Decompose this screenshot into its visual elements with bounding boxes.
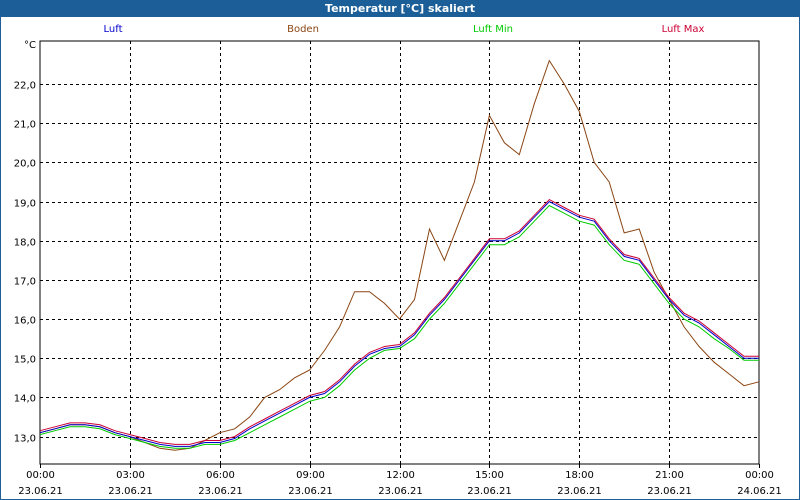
series-luft-max-line xyxy=(39,198,759,445)
series-boden-line xyxy=(39,59,760,451)
y-tick-label: 22,0 xyxy=(14,81,36,92)
x-tick-date: 24.06.21 xyxy=(737,486,782,497)
y-tick-label: 20,0 xyxy=(14,159,36,170)
series-lines xyxy=(39,59,760,451)
y-tick-label: 16,0 xyxy=(14,316,36,327)
x-tick-time: 06:00 xyxy=(206,470,235,481)
x-tick-date: 23.06.21 xyxy=(557,486,602,497)
y-axis-unit: °C xyxy=(24,40,36,51)
x-tick-time: 03:00 xyxy=(116,470,145,481)
x-tick-time: 21:00 xyxy=(655,470,684,481)
y-tick-label: 15,0 xyxy=(14,355,36,366)
x-tick-time: 09:00 xyxy=(296,470,325,481)
x-tick-date: 23.06.21 xyxy=(467,486,512,497)
x-tick-time: 00:00 xyxy=(745,470,774,481)
y-tick-label: 17,0 xyxy=(14,277,36,288)
plot-border xyxy=(39,40,760,465)
series-luft-min-line xyxy=(39,204,759,449)
x-tick-time: 00:00 xyxy=(26,470,55,481)
plot-axes xyxy=(39,40,760,468)
x-tick-time: 18:00 xyxy=(565,470,594,481)
chart-svg: 13,0 14,0 15,0 16,0 17,0 18,0 19,0 20,0 21,0 22,0… xyxy=(14,40,782,497)
x-tick-date: 23.06.21 xyxy=(18,486,63,497)
y-tick-label: 21,0 xyxy=(14,120,36,131)
x-tick-date: 23.06.21 xyxy=(198,486,243,497)
x-tick-date: 23.06.21 xyxy=(108,486,153,497)
x-tick-date: 23.06.21 xyxy=(288,486,333,497)
grid-lines xyxy=(40,41,759,464)
y-tick-label: 13,0 xyxy=(14,434,36,445)
tick-labels: 13,0 14,0 15,0 16,0 17,0 18,0 19,0 20,0 21,0 22,0… xyxy=(14,40,782,497)
x-tick-time: 12:00 xyxy=(386,470,415,481)
y-tick-label: 14,0 xyxy=(14,394,36,405)
y-tick-label: 18,0 xyxy=(14,238,36,249)
x-tick-time: 15:00 xyxy=(475,470,504,481)
series-luft-line xyxy=(39,200,759,447)
y-tick-label: 19,0 xyxy=(14,199,36,210)
x-tick-date: 23.06.21 xyxy=(647,486,692,497)
x-tick-date: 23.06.21 xyxy=(378,486,423,497)
